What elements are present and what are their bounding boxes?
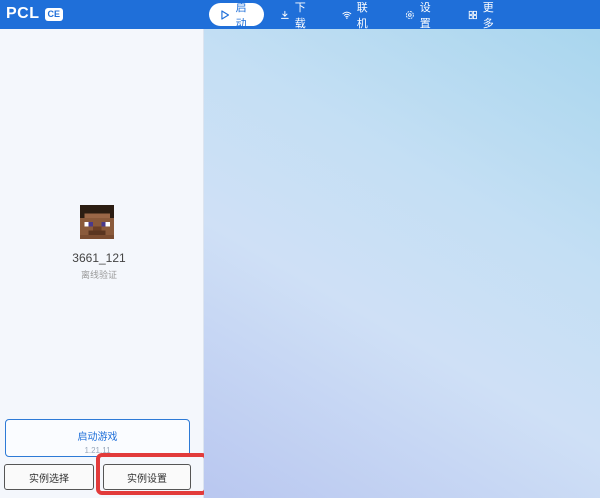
nav-tab-more[interactable]: 更多 <box>468 2 498 30</box>
title-bar: PCL CE 启动 下载 联机 设置 更多 <box>0 0 600 30</box>
nav-tab-multiplayer[interactable]: 联机 <box>342 2 372 30</box>
launch-sidebar: 3661_121 离线验证 启动游戏 1.21.11 实例选择 实例设置 <box>0 29 208 498</box>
nav-tab-more-label: 更多 <box>482 1 494 30</box>
grid-icon <box>468 10 477 19</box>
instance-settings-button[interactable]: 实例设置 <box>103 464 191 490</box>
game-version-label: 1.21.11 <box>84 446 111 455</box>
app-brand: PCL CE <box>6 4 64 24</box>
nav-tab-settings-label: 设置 <box>419 1 431 30</box>
nav-tab-download-label: 下载 <box>294 1 306 30</box>
instance-select-button[interactable]: 实例选择 <box>4 464 94 490</box>
login-type-label: 离线验证 <box>80 270 117 280</box>
nav-tab-launch[interactable]: 启动 <box>209 2 264 30</box>
download-icon <box>281 10 289 19</box>
launch-game-button[interactable]: 启动游戏 1.21.11 <box>5 419 190 457</box>
nav-tab-multiplayer-label: 联机 <box>356 1 368 30</box>
main-background <box>204 29 600 498</box>
app-name: PCL <box>6 5 40 22</box>
nav-tab-download[interactable]: 下载 <box>280 2 310 30</box>
player-name: 3661_121 <box>72 251 126 265</box>
play-icon <box>221 9 230 20</box>
edition-badge: CE <box>44 7 64 21</box>
gear-icon <box>405 10 414 19</box>
nav-tab-launch-label: 启动 <box>235 1 247 30</box>
steve-avatar-icon[interactable] <box>80 205 114 239</box>
launch-game-label: 启动游戏 <box>77 432 118 443</box>
nav-tab-settings[interactable]: 设置 <box>405 2 435 30</box>
wifi-icon <box>342 11 352 19</box>
